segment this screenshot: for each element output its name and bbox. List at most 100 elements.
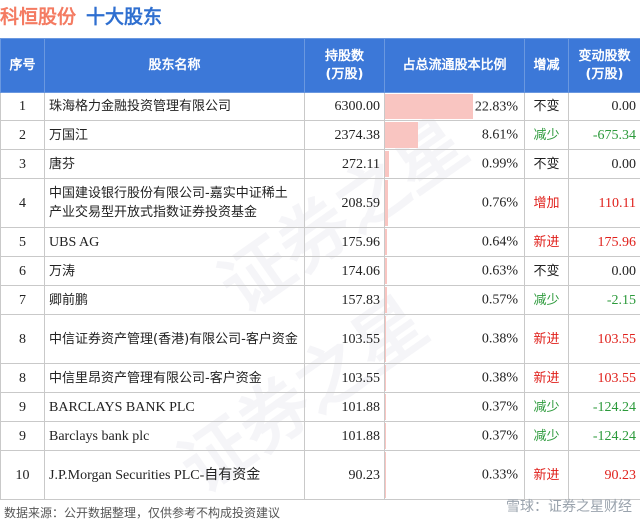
delta-value: 0.00: [568, 149, 640, 179]
ratio-cell: 0.37%: [384, 392, 525, 422]
shares-value: 101.88: [304, 392, 385, 422]
ratio-bar: [385, 229, 388, 255]
ratio-value: 0.38%: [481, 370, 518, 386]
delta-value: -124.24: [568, 421, 640, 451]
ratio-bar: [385, 316, 387, 362]
table-row: 8 中信里昂资产管理有限公司-客户资金 103.55 0.38% 新进 103.55: [0, 363, 640, 393]
ratio-cell: 0.38%: [384, 314, 525, 364]
change-status: 新进: [524, 227, 569, 257]
row-index: 9: [0, 392, 45, 422]
ratio-value: 22.83%: [474, 99, 518, 114]
table-row: 7 卿前鹏 157.83 0.57% 减少 -2.15: [0, 285, 640, 315]
section-title: 十大股东: [86, 6, 163, 28]
shares-value: 174.06: [304, 256, 385, 286]
ratio-value: 0.37%: [481, 428, 518, 444]
table-row: 2 万国江 2374.38 8.61% 减少 -675.34: [0, 120, 640, 150]
ratio-bar: [385, 287, 388, 313]
ratio-value: 0.76%: [481, 195, 518, 211]
shareholder-name: J.P.Morgan Securities PLC-自有资金: [44, 450, 305, 500]
change-status: 不变: [524, 149, 569, 179]
change-status: 减少: [524, 120, 569, 150]
shares-value: 101.88: [304, 421, 385, 451]
table-row: 6 万涛 174.06 0.63% 不变 0.00: [0, 256, 640, 286]
ratio-value: 0.33%: [481, 467, 518, 483]
ratio-cell: 0.38%: [384, 363, 525, 393]
change-status: 减少: [524, 285, 569, 315]
ratio-bar: [385, 258, 388, 284]
delta-value: 110.11: [568, 178, 640, 228]
ratio-value: 8.61%: [481, 127, 518, 143]
shareholder-name: 唐芬: [44, 149, 305, 179]
ratio-bar: [385, 94, 473, 119]
shareholder-name: 万国江: [44, 120, 305, 150]
ratio-value: 0.37%: [481, 399, 518, 415]
delta-value: -124.24: [568, 392, 640, 422]
row-index: 8: [0, 314, 45, 364]
ratio-bar: [385, 122, 419, 148]
change-status: 减少: [524, 421, 569, 451]
delta-value: 103.55: [568, 363, 640, 393]
ratio-cell: 8.61%: [384, 120, 525, 150]
header-shares: 持股数 (万股): [304, 38, 385, 93]
shareholder-name: 中信里昂资产管理有限公司-客户资金: [44, 363, 305, 393]
row-index: 1: [0, 92, 45, 121]
row-index: 8: [0, 363, 45, 393]
ratio-value: 0.64%: [481, 234, 518, 250]
change-status: 新进: [524, 314, 569, 364]
shareholders-table: 序号 股东名称 持股数 (万股) 占总流通股本比例 增减 变动股数 (万股) 1 珠海…: [0, 38, 640, 500]
delta-value: 90.23: [568, 450, 640, 500]
shares-value: 272.11: [304, 149, 385, 179]
ratio-cell: 0.57%: [384, 285, 525, 315]
row-index: 9: [0, 421, 45, 451]
shares-value: 6300.00: [304, 92, 385, 121]
header-delta: 变动股数 (万股): [568, 38, 640, 93]
row-index: 6: [0, 256, 45, 286]
ratio-bar: [385, 452, 387, 498]
shareholder-name: 中国建设银行股份有限公司-嘉实中证稀土产业交易型开放式指数证券投资基金: [44, 178, 305, 228]
brand-watermark: 雪球：证券之星财经: [506, 499, 632, 515]
change-status: 新进: [524, 363, 569, 393]
table-row: 1 珠海格力金融投资管理有限公司 6300.00 22.83% 不变 0.00: [0, 92, 640, 121]
ratio-cell: 0.76%: [384, 178, 525, 228]
table-row: 4 中国建设银行股份有限公司-嘉实中证稀土产业交易型开放式指数证券投资基金 208.…: [0, 178, 640, 228]
ratio-bar: [385, 423, 387, 449]
shareholder-name: BARCLAYS BANK PLC: [44, 392, 305, 422]
table-row: 9 BARCLAYS BANK PLC 101.88 0.37% 减少 -124.24: [0, 392, 640, 422]
change-status: 不变: [524, 92, 569, 121]
shares-value: 90.23: [304, 450, 385, 500]
shareholder-name: Barclays bank plc: [44, 421, 305, 451]
row-index: 7: [0, 285, 45, 315]
change-status: 减少: [524, 392, 569, 422]
delta-value: 0.00: [568, 256, 640, 286]
header-ratio: 占总流通股本比例: [384, 38, 525, 93]
header-name: 股东名称: [44, 38, 305, 93]
table-row: 5 UBS AG 175.96 0.64% 新进 175.96: [0, 227, 640, 257]
ratio-cell: 0.33%: [384, 450, 525, 500]
data-source-note: 数据来源：公开数据整理，仅供参考不构成投资建议: [4, 506, 281, 520]
change-status: 新进: [524, 450, 569, 500]
row-index: 2: [0, 120, 45, 150]
table-row: 9 Barclays bank plc 101.88 0.37% 减少 -124.24: [0, 421, 640, 451]
shares-value: 103.55: [304, 363, 385, 393]
delta-value: 175.96: [568, 227, 640, 257]
table-row: 8 中信证券资产管理(香港)有限公司-客户资金 103.55 0.38% 新进 103.5…: [0, 314, 640, 364]
ratio-bar: [385, 180, 388, 226]
ratio-bar: [385, 151, 389, 177]
ratio-cell: 0.64%: [384, 227, 525, 257]
header-change: 增减: [524, 38, 569, 93]
table-row: 10 J.P.Morgan Securities PLC-自有资金 90.23 0.3…: [0, 450, 640, 500]
delta-value: 103.55: [568, 314, 640, 364]
table-row: 3 唐芬 272.11 0.99% 不变 0.00: [0, 149, 640, 179]
ratio-cell: 0.99%: [384, 149, 525, 179]
delta-value: -675.34: [568, 120, 640, 150]
ratio-value: 0.63%: [481, 263, 518, 279]
shares-value: 157.83: [304, 285, 385, 315]
row-index: 3: [0, 149, 45, 179]
ratio-cell: 0.37%: [384, 421, 525, 451]
shareholder-name: 珠海格力金融投资管理有限公司: [44, 92, 305, 121]
change-status: 增加: [524, 178, 569, 228]
row-index: 5: [0, 227, 45, 257]
delta-value: -2.15: [568, 285, 640, 315]
shareholder-name: UBS AG: [44, 227, 305, 257]
page-title: 科恒股份 十大股东: [0, 2, 162, 32]
